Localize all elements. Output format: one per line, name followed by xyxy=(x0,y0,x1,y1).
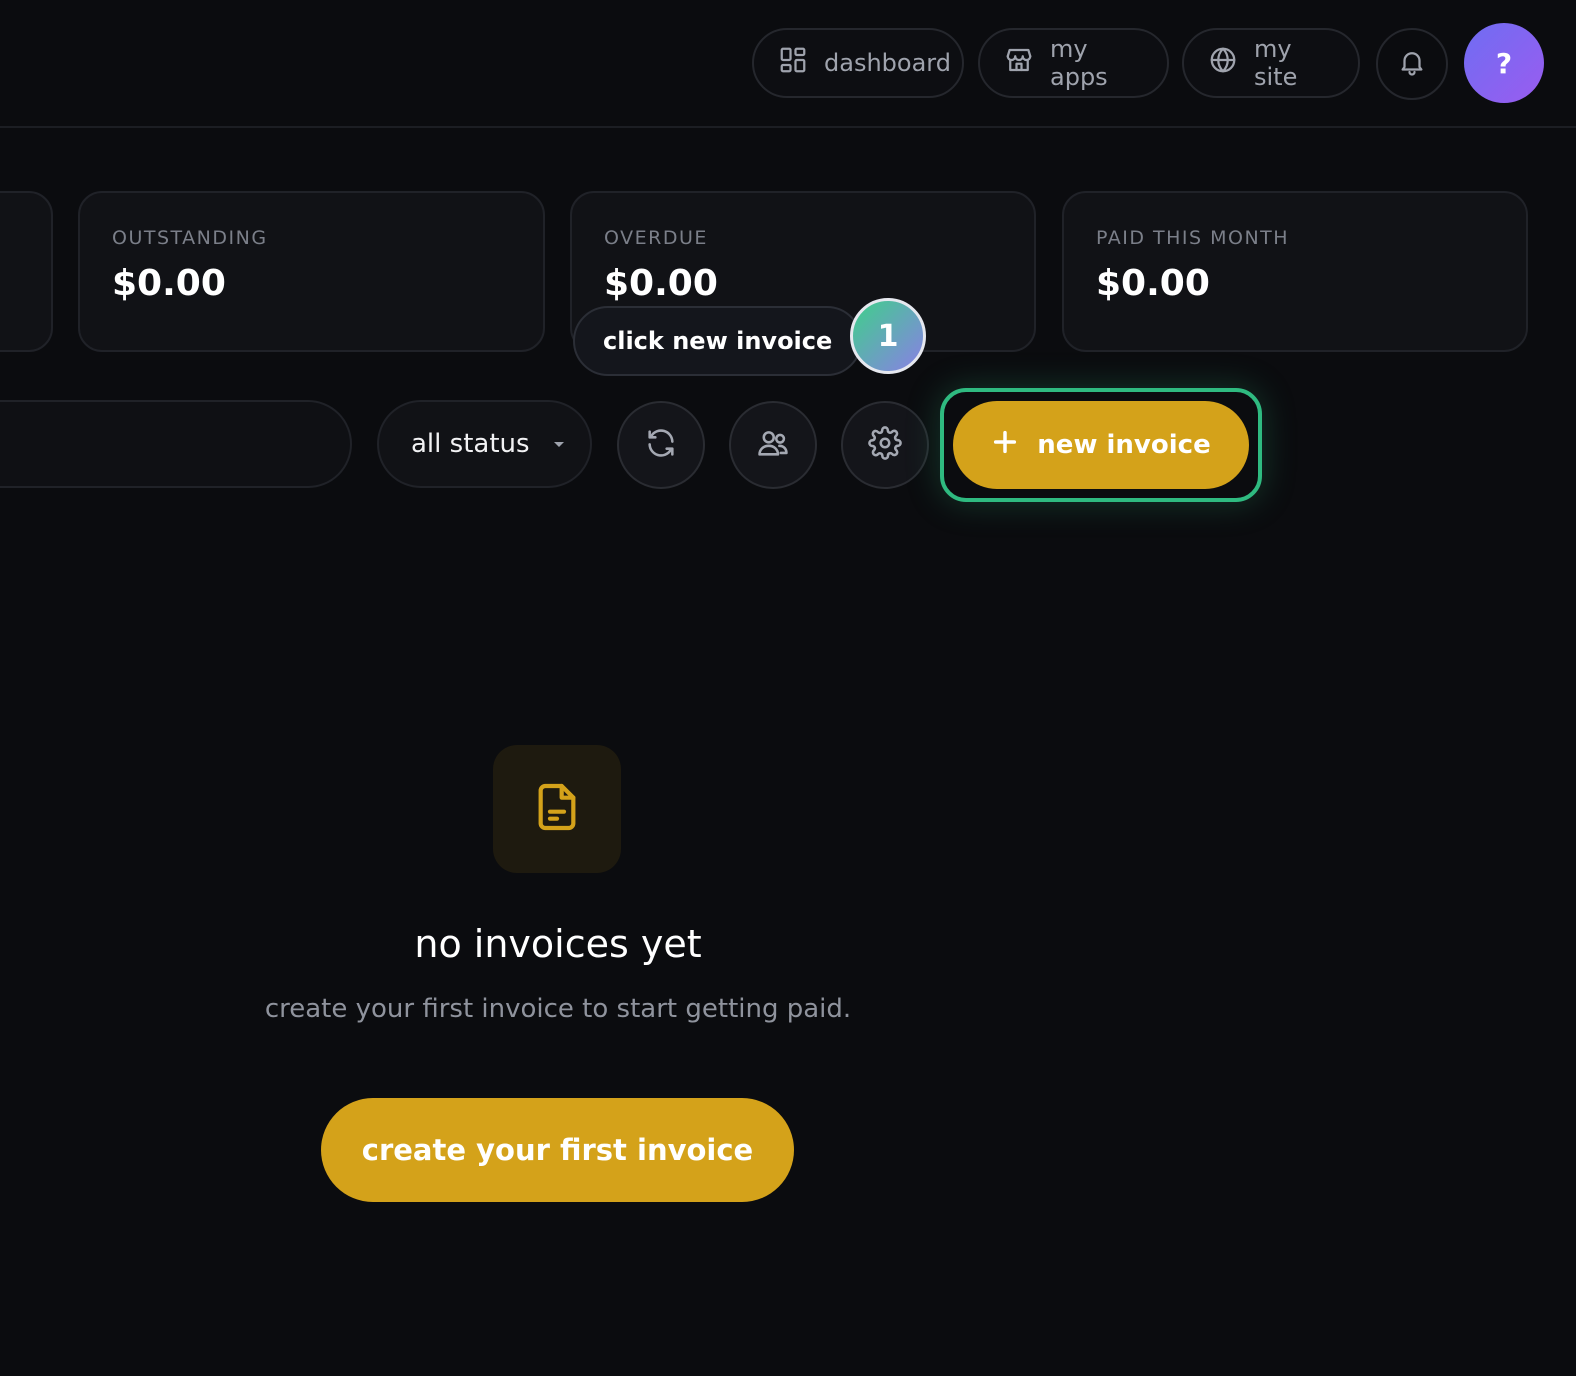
guide-step-badge: 1 xyxy=(850,298,926,374)
search-input[interactable] xyxy=(0,400,352,488)
clients-button[interactable] xyxy=(729,401,817,489)
nav-my-site-button[interactable]: my site xyxy=(1182,28,1360,98)
stat-card-outstanding: OUTSTANDING $0.00 xyxy=(78,191,545,352)
create-first-invoice-label: create your first invoice xyxy=(361,1133,754,1167)
empty-state-title: no invoices yet xyxy=(414,922,702,966)
refresh-icon xyxy=(644,426,678,464)
empty-state-subtitle: create your first invoice to start getti… xyxy=(264,994,852,1024)
document-icon xyxy=(529,779,585,839)
refresh-button[interactable] xyxy=(617,401,705,489)
create-first-invoice-button[interactable]: create your first invoice xyxy=(321,1098,794,1202)
dashboard-grid-icon xyxy=(778,45,808,81)
status-filter-dropdown[interactable]: all status xyxy=(377,400,592,488)
guide-tooltip: click new invoice xyxy=(573,306,863,376)
nav-my-site-label: my site xyxy=(1254,35,1298,91)
nav-dashboard-label: dashboard xyxy=(824,49,951,77)
guide-tooltip-text: click new invoice xyxy=(603,327,833,355)
chevron-down-icon xyxy=(553,441,564,447)
stat-card-paid-this-month: PAID THIS MONTH $0.00 xyxy=(1062,191,1528,352)
settings-button[interactable] xyxy=(841,401,929,489)
bell-icon xyxy=(1397,47,1427,81)
stat-label: PAID THIS MONTH xyxy=(1096,227,1290,249)
storefront-icon xyxy=(1004,45,1034,81)
stat-label: OUTSTANDING xyxy=(112,227,268,249)
stat-value: $0.00 xyxy=(112,263,226,304)
stat-label: OVERDUE xyxy=(604,227,708,249)
stat-value: $0.00 xyxy=(604,263,718,304)
gear-icon xyxy=(868,426,902,464)
nav-dashboard-button[interactable]: dashboard xyxy=(752,28,964,98)
stat-card-partial xyxy=(0,191,53,352)
notifications-button[interactable] xyxy=(1376,28,1448,100)
new-invoice-button[interactable]: new invoice xyxy=(953,401,1249,489)
nav-my-apps-button[interactable]: my apps xyxy=(978,28,1169,98)
stat-value: $0.00 xyxy=(1096,263,1210,304)
avatar[interactable]: ? xyxy=(1464,23,1544,103)
globe-icon xyxy=(1208,45,1238,81)
plus-icon xyxy=(991,428,1019,463)
top-bar: dashboard my apps my site ? xyxy=(0,0,1576,128)
users-icon xyxy=(756,426,790,464)
status-filter-label: all status xyxy=(411,429,530,459)
new-invoice-label: new invoice xyxy=(1037,430,1211,460)
empty-state-icon-tile xyxy=(493,745,621,873)
nav-my-apps-label: my apps xyxy=(1050,35,1108,91)
